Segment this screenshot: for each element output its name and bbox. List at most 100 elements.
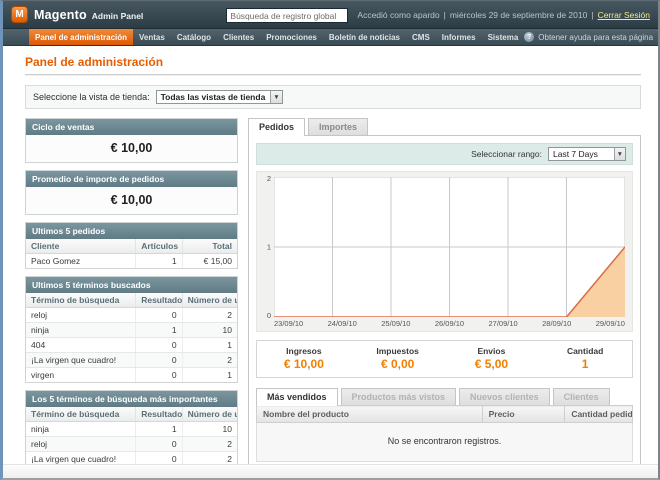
global-search-input[interactable] xyxy=(226,8,348,23)
meta-divider: | xyxy=(444,10,446,20)
search-term-row[interactable]: ¡La virgen que cuadro! 0 2 xyxy=(26,353,237,368)
chevron-down-icon: ▼ xyxy=(270,91,281,103)
get-help-link[interactable]: ? Obtener ayuda para esta página xyxy=(524,29,660,45)
nav-item-customers[interactable]: Clientes xyxy=(217,29,260,45)
cell-uses: 10 xyxy=(182,323,237,338)
col-header-items: Artículos xyxy=(136,239,182,254)
col-header-customer: Cliente xyxy=(26,239,136,254)
global-search xyxy=(226,6,348,24)
search-term-row[interactable]: 404 0 1 xyxy=(26,338,237,353)
cell-term: ninja xyxy=(26,422,136,437)
grid-tabs: Más vendidos Productos más vistos Nuevos… xyxy=(256,388,633,405)
col-header-uses: Número de usos xyxy=(182,293,237,308)
y-tick: 2 xyxy=(267,174,271,183)
cell-results: 1 xyxy=(136,323,182,338)
tab-customers[interactable]: Clientes xyxy=(553,388,610,405)
average-orders-widget: Promedio de importe de pedidos € 10,00 xyxy=(25,170,238,215)
chart-plot-area xyxy=(274,177,625,317)
cell-results: 1 xyxy=(136,422,182,437)
top-search-widget: Los 5 términos de búsqueda más important… xyxy=(25,390,238,464)
chevron-down-icon: ▼ xyxy=(614,148,625,160)
range-bar: Seleccionar rango: Last 7 Days ▼ xyxy=(256,143,633,165)
bestsellers-grid: Nombre del producto Precio Cantidad pedi… xyxy=(256,405,633,462)
average-orders-title: Promedio de importe de pedidos xyxy=(26,171,237,187)
cell-uses: 2 xyxy=(182,452,237,465)
magento-logo: M Magento Admin Panel xyxy=(11,6,143,23)
chart-x-axis: 23/09/10 24/09/10 25/09/10 26/09/10 27/0… xyxy=(274,317,625,328)
total-quantity: Cantidad 1 xyxy=(538,346,632,371)
page-content: Panel de administración Seleccione la vi… xyxy=(3,46,658,464)
orders-chart: 2 1 0 23/09/10 24/09/10 25/09/10 xyxy=(256,171,633,332)
cell-term: reloj xyxy=(26,437,136,452)
cell-uses: 2 xyxy=(182,353,237,368)
search-term-row[interactable]: reloj 0 2 xyxy=(26,308,237,323)
nav-item-reports[interactable]: Informes xyxy=(436,29,482,45)
logged-in-as: Accedió como apardo xyxy=(357,10,439,20)
col-header-uses: Número de usos xyxy=(182,407,237,422)
top-search-title: Los 5 términos de búsqueda más important… xyxy=(26,391,237,407)
title-divider xyxy=(25,74,641,76)
empty-row: No se encontraron registros. xyxy=(257,423,633,462)
page-title: Panel de administración xyxy=(25,55,641,69)
meta-divider: | xyxy=(591,10,593,20)
nav-item-sales[interactable]: Ventas xyxy=(133,29,171,45)
col-header-price: Precio xyxy=(482,406,565,423)
lifetime-sales-widget: Ciclo de ventas € 10,00 xyxy=(25,118,238,163)
cell-items: 1 xyxy=(136,254,182,269)
col-header-results: Resultados xyxy=(136,293,182,308)
logout-link[interactable]: Cerrar Sesión xyxy=(598,10,650,20)
cell-term: ¡La virgen que cuadro! xyxy=(26,452,136,465)
nav-item-system[interactable]: Sistema xyxy=(482,29,525,45)
tab-orders[interactable]: Pedidos xyxy=(248,118,305,136)
total-tax: Impuestos € 0,00 xyxy=(351,346,445,371)
average-orders-value: € 10,00 xyxy=(26,187,237,214)
cell-customer: Paco Gomez xyxy=(26,254,136,269)
last-orders-table: Cliente Artículos Total Paco Gomez 1 € 1… xyxy=(26,239,237,268)
cell-term: 404 xyxy=(26,338,136,353)
last-search-title: Ultimos 5 términos buscados xyxy=(26,277,237,293)
store-view-select[interactable]: Todas las vistas de tienda ▼ xyxy=(156,90,283,104)
search-term-row[interactable]: virgen 0 1 xyxy=(26,368,237,383)
store-view-bar: Seleccione la vista de tienda: Todas las… xyxy=(25,85,641,109)
y-tick: 0 xyxy=(267,311,271,320)
search-term-row[interactable]: reloj 0 2 xyxy=(26,437,237,452)
order-row[interactable]: Paco Gomez 1 € 15,00 xyxy=(26,254,237,269)
total-value: € 10,00 xyxy=(257,357,351,371)
last-search-table: Término de búsqueda Resultados Número de… xyxy=(26,293,237,382)
x-tick: 23/09/10 xyxy=(274,319,303,328)
last-orders-title: Ultimos 5 pedidos xyxy=(26,223,237,239)
search-term-row[interactable]: ninja 1 10 xyxy=(26,422,237,437)
nav-item-cms[interactable]: CMS xyxy=(406,29,436,45)
lifetime-sales-title: Ciclo de ventas xyxy=(26,119,237,135)
logo-title: Magento xyxy=(34,8,87,22)
x-tick: 26/09/10 xyxy=(435,319,464,328)
y-tick: 1 xyxy=(267,243,271,252)
no-records-message: No se encontraron registros. xyxy=(257,423,633,462)
orders-panel: Seleccionar rango: Last 7 Days ▼ 2 1 0 xyxy=(248,135,641,464)
lifetime-sales-value: € 10,00 xyxy=(26,135,237,162)
cell-uses: 2 xyxy=(182,308,237,323)
col-header-total: Total xyxy=(182,239,237,254)
tab-amounts[interactable]: Importes xyxy=(308,118,368,135)
magento-logo-icon: M xyxy=(11,6,28,23)
range-label: Seleccionar rango: xyxy=(471,149,542,159)
footer-strip xyxy=(3,464,658,478)
nav-item-dashboard[interactable]: Panel de administración xyxy=(29,29,133,45)
nav-item-catalog[interactable]: Catálogo xyxy=(171,29,217,45)
search-term-row[interactable]: ninja 1 10 xyxy=(26,323,237,338)
orders-chart-svg xyxy=(274,177,625,317)
nav-item-promotions[interactable]: Promociones xyxy=(260,29,323,45)
tab-most-viewed[interactable]: Productos más vistos xyxy=(341,388,457,405)
store-view-label: Seleccione la vista de tienda: xyxy=(33,92,150,102)
range-value: Last 7 Days xyxy=(549,149,603,159)
nav-item-newsletter[interactable]: Boletín de noticias xyxy=(323,29,406,45)
dashboard-main: Pedidos Importes Seleccionar rango: Last… xyxy=(248,118,641,464)
cell-uses: 1 xyxy=(182,368,237,383)
range-select[interactable]: Last 7 Days ▼ xyxy=(548,147,626,161)
tab-new-customers[interactable]: Nuevos clientes xyxy=(459,388,550,405)
x-tick: 24/09/10 xyxy=(328,319,357,328)
search-term-row[interactable]: ¡La virgen que cuadro! 0 2 xyxy=(26,452,237,465)
x-tick: 25/09/10 xyxy=(381,319,410,328)
tab-bestsellers[interactable]: Más vendidos xyxy=(256,388,338,406)
cell-term: reloj xyxy=(26,308,136,323)
